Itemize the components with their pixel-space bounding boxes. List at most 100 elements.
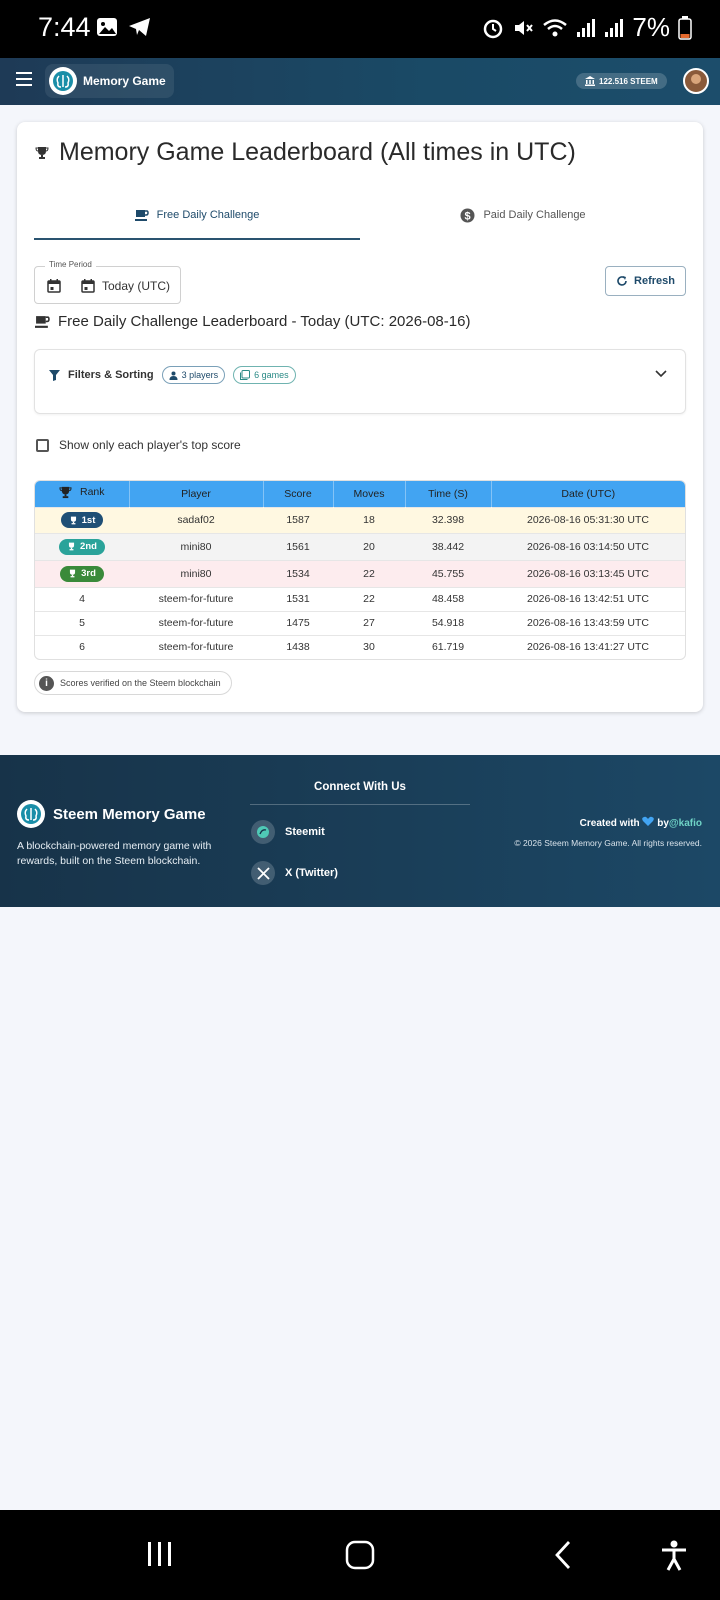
footer-brand: Steem Memory Game [53,805,206,823]
trophy-icon [68,542,75,551]
trophy-icon [70,569,76,578]
accessibility-icon[interactable] [660,1540,688,1572]
refresh-label: Refresh [634,275,675,287]
steemit-link[interactable]: Steemit [251,820,325,844]
trophy-icon [59,486,72,498]
date-cell: 2026-08-16 13:42:51 UTC [491,586,685,611]
table-row: 3rd mini80 1534 22 45.755 2026-08-16 03:… [35,559,685,587]
player-cell: sadaf02 [129,506,263,533]
rank-badge-silver: 2nd [59,538,105,555]
page-title: Memory Game Leaderboard (All times in UT… [59,138,576,166]
table-row: 4 steem-for-future 1531 22 48.458 2026-0… [35,586,685,611]
verified-chip: i Scores verified on the Steem blockchai… [34,671,232,695]
signal-icon [577,18,596,37]
twitter-link[interactable]: X (Twitter) [251,861,338,885]
coffee-icon [134,209,149,221]
top-score-toggle[interactable]: Show only each player's top score [36,438,241,452]
player-cell: mini80 [129,559,263,587]
column-score: Score [263,481,334,507]
column-date: Date (UTC) [561,487,616,500]
date-cell: 2026-08-16 05:31:30 UTC [491,506,685,533]
svg-text:$: $ [465,210,471,222]
status-bar: 7:44 7% [0,0,720,58]
time-cell: 54.918 [405,610,491,635]
alarm-icon [484,19,503,38]
trophy-icon [35,146,49,159]
challenge-tabs: Free Daily Challenge $ Paid Daily Challe… [34,192,686,240]
moves-cell: 20 [333,532,405,560]
battery-icon [678,15,692,40]
person-icon [169,371,178,380]
player-cell: steem-for-future [129,634,263,659]
filters-label: Filters & Sorting [68,369,154,381]
date-cell: 2026-08-16 13:41:27 UTC [491,634,685,659]
players-chip: 3 players [161,366,226,384]
author-link[interactable]: @kafio [669,818,702,829]
wifi-icon [543,18,568,36]
tab-paid-daily-challenge[interactable]: $ Paid Daily Challenge [360,192,686,238]
brand-button[interactable]: Memory Game [45,64,174,98]
bank-icon [585,76,595,86]
x-twitter-icon [251,861,275,885]
filters-panel[interactable]: Filters & Sorting 3 players 6 games [34,349,686,414]
refresh-icon [617,276,627,286]
tab-label: Free Daily Challenge [156,209,260,221]
column-player: Player [129,481,264,507]
verified-label: Scores verified on the Steem blockchain [60,678,221,688]
column-moves: Moves [333,481,406,507]
chevron-down-icon[interactable] [655,370,667,378]
battery-percent: 7% [632,12,670,42]
player-cell: steem-for-future [129,586,263,611]
home-icon[interactable] [345,1540,375,1570]
time-cell: 32.398 [405,506,491,533]
signal-icon [605,18,624,37]
heart-icon [642,816,655,826]
menu-icon[interactable] [16,72,32,86]
balance-chip[interactable]: 122.516 STEEM [576,73,667,89]
date-cell: 2026-08-16 13:43:59 UTC [491,610,685,635]
footer-description: A blockchain-powered memory game with re… [17,840,212,867]
dollar-icon: $ [460,208,475,222]
moves-cell: 22 [333,559,405,587]
score-cell: 1534 [263,559,333,587]
time-period-select[interactable]: Time Period Today (UTC) [34,260,181,304]
calendar-icon [81,279,95,293]
refresh-button[interactable]: Refresh [605,266,686,296]
tab-free-daily-challenge[interactable]: Free Daily Challenge [34,192,360,238]
score-cell: 1438 [263,634,333,659]
time-cell: 48.458 [405,586,491,611]
leaderboard-card: Memory Game Leaderboard (All times in UT… [17,122,703,712]
games-icon [240,370,251,380]
date-cell: 2026-08-16 03:13:45 UTC [491,559,685,587]
brain-logo-icon [17,800,45,828]
created-with: Created with by@kafio [579,816,702,829]
balance-text: 122.516 STEEM [599,76,658,86]
recent-apps-icon[interactable] [146,1540,174,1568]
connect-title: Connect With Us [314,781,406,793]
filter-icon [49,369,60,381]
avatar[interactable] [683,68,709,94]
score-cell: 1475 [263,610,333,635]
top-score-label: Show only each player's top score [59,438,241,452]
moves-cell: 18 [333,506,405,533]
info-icon: i [39,675,54,691]
footer: Steem Memory Game A blockchain-powered m… [0,755,720,907]
app-bar: Memory Game 122.516 STEEM [0,58,720,105]
leaderboard-table: Rank Player Score Moves Time (S) Date (U… [34,480,686,660]
coffee-icon [35,315,50,328]
brain-logo-icon [49,67,77,95]
player-cell: mini80 [129,532,263,560]
score-cell: 1587 [263,506,333,533]
copyright: © 2026 Steem Memory Game. All rights res… [514,838,702,848]
mute-icon [515,20,534,35]
table-row: 2nd mini80 1561 20 38.442 2026-08-16 03:… [35,532,685,560]
rank-badge-bronze: 3rd [60,565,104,582]
calendar-icon [47,279,61,293]
rank-cell: 6 [35,634,129,659]
moves-cell: 22 [333,586,405,611]
back-icon[interactable] [553,1540,573,1570]
time-period-label: Time Period [45,260,96,269]
top-score-checkbox[interactable] [36,438,49,452]
date-cell: 2026-08-16 03:14:50 UTC [491,532,685,560]
system-nav-bar [0,1510,720,1600]
